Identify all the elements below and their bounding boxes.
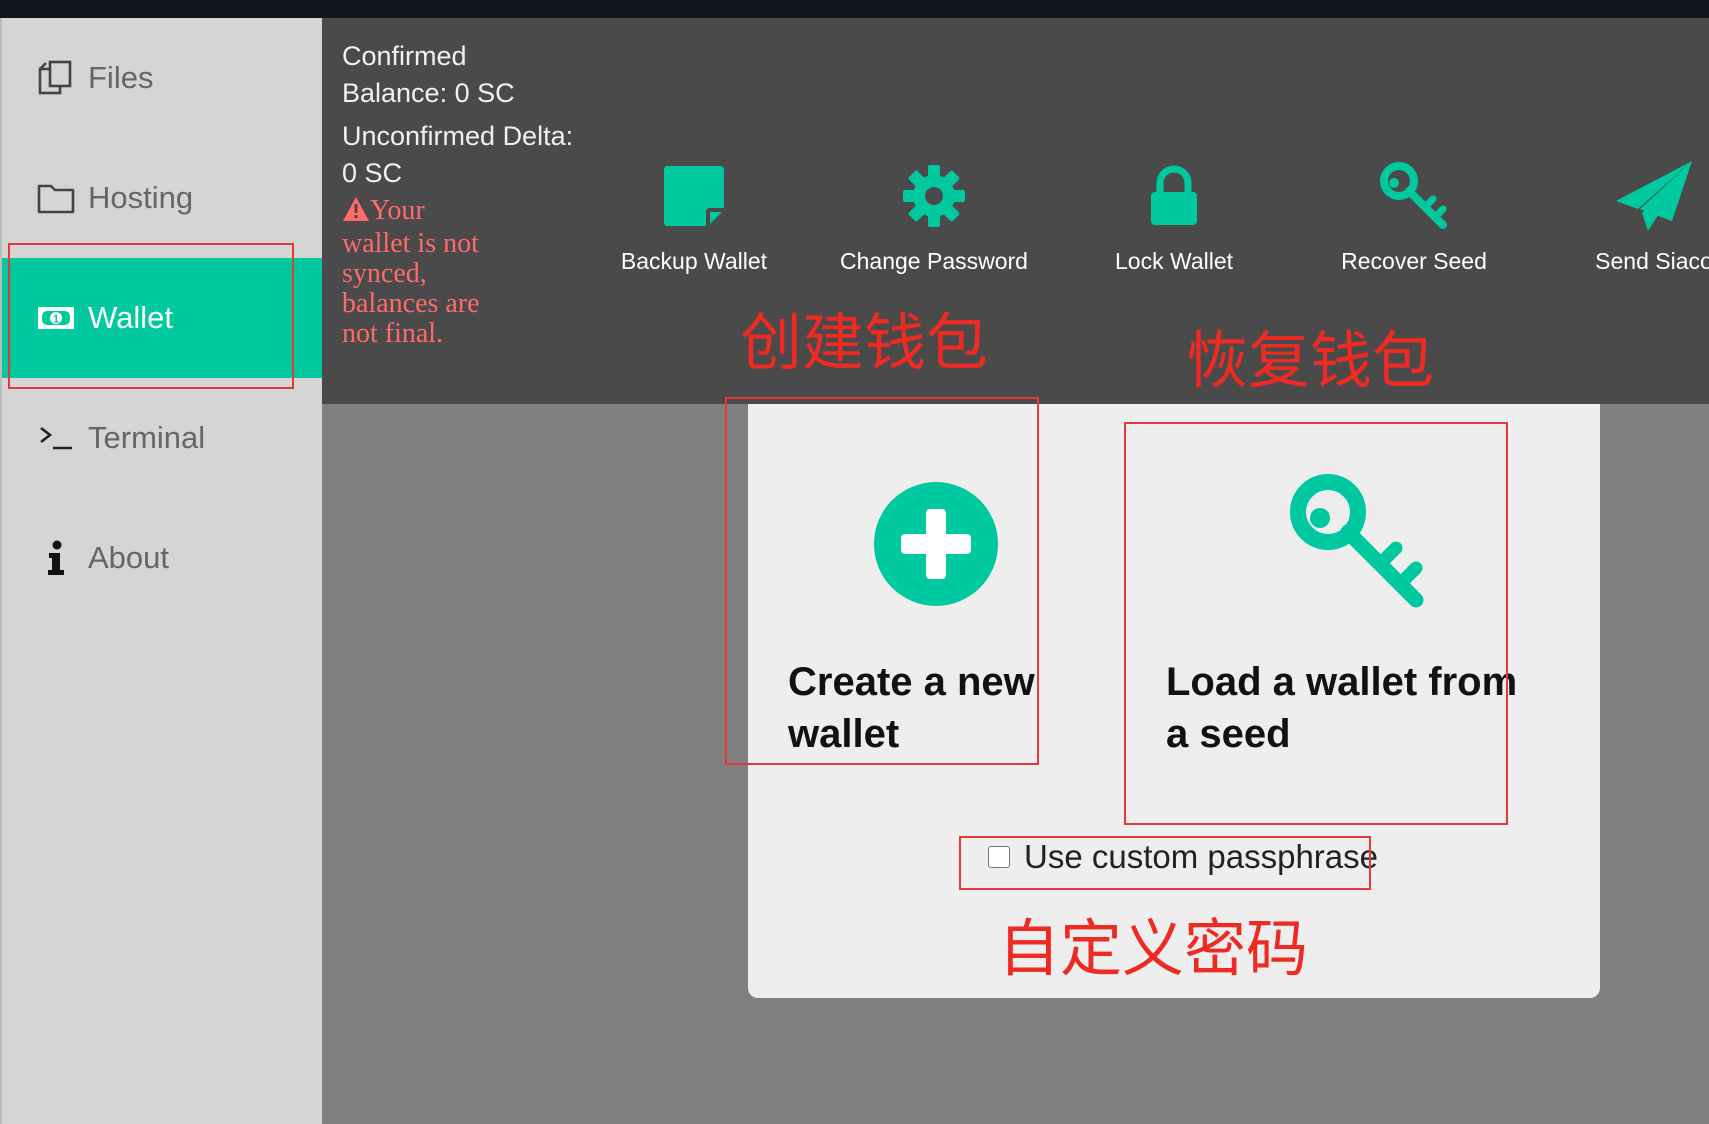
terminal-icon xyxy=(36,418,76,458)
toolbar-label: Lock Wallet xyxy=(1114,248,1234,274)
recover-seed-button[interactable]: Recover Seed xyxy=(1304,158,1524,275)
key-icon xyxy=(1379,161,1449,235)
toolbar-label: Change Password xyxy=(840,248,1028,274)
annotation-box-passphrase xyxy=(959,836,1371,890)
window-titlebar xyxy=(0,0,1709,18)
sidebar-item-label: About xyxy=(88,540,170,575)
lock-icon xyxy=(1149,165,1199,231)
lock-wallet-button[interactable]: Lock Wallet xyxy=(1064,158,1284,275)
sidebar: Files Hosting 1 Wallet Terminal About xyxy=(0,18,324,1124)
annotation-box-create xyxy=(725,397,1039,765)
annotation-recover: 恢复钱包 xyxy=(1186,324,1435,397)
confirmed-balance: Balance: 0 SC xyxy=(342,78,515,108)
warning-icon xyxy=(342,196,370,229)
confirmed-label: Confirmed xyxy=(342,41,467,71)
toolbar-label: Backup Wallet xyxy=(620,248,768,274)
files-icon xyxy=(36,58,76,98)
sidebar-item-hosting[interactable]: Hosting xyxy=(2,138,324,258)
annotation-create: 创建钱包 xyxy=(740,306,989,379)
toolbar-label: Recover Seed xyxy=(1341,248,1487,274)
gear-icon xyxy=(902,164,966,232)
annotation-box-recover xyxy=(1124,422,1508,825)
folder-icon xyxy=(36,178,76,218)
backup-icon xyxy=(662,164,726,232)
info-icon xyxy=(36,538,76,578)
toolbar-label: Send Siaco xyxy=(1595,248,1709,274)
change-password-button[interactable]: Change Password xyxy=(824,158,1044,275)
sidebar-item-label: Files xyxy=(88,60,154,95)
send-siacoin-button[interactable]: Send Siaco xyxy=(1544,158,1709,275)
annotation-custom-password: 自定义密码 xyxy=(998,912,1309,985)
sidebar-item-label: Terminal xyxy=(88,420,206,455)
wallet-header: Confirmed Balance: 0 SC Unconfirmed Delt… xyxy=(322,18,1709,404)
sync-warning: Your wallet is not synced, balances are … xyxy=(342,196,492,349)
paper-plane-icon xyxy=(1614,159,1694,237)
annotation-box-wallet xyxy=(8,243,294,389)
unconfirmed-value: 0 SC xyxy=(342,158,403,188)
sidebar-item-files[interactable]: Files xyxy=(2,18,324,138)
backup-wallet-button[interactable]: Backup Wallet xyxy=(584,158,804,275)
sidebar-item-label: Hosting xyxy=(88,180,194,215)
sidebar-item-terminal[interactable]: Terminal xyxy=(2,378,324,498)
unconfirmed-label: Unconfirmed Delta: xyxy=(342,121,574,151)
sidebar-item-about[interactable]: About xyxy=(2,498,324,618)
